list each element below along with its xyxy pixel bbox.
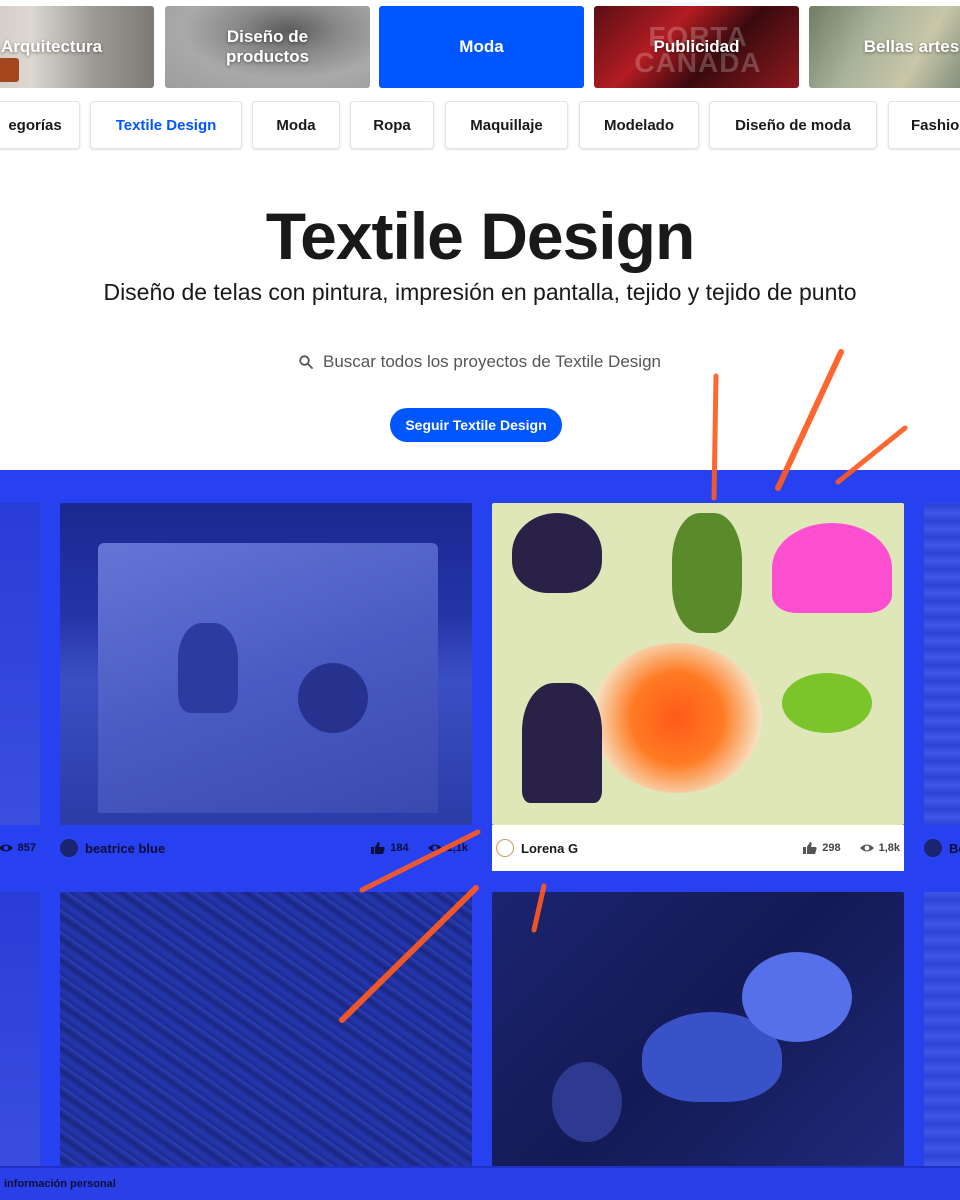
category-card-arquitectura[interactable]: Arquitectura <box>0 6 154 88</box>
likes-count: 298 <box>822 842 841 854</box>
project-owner[interactable]: Be <box>949 841 960 856</box>
project-thumbnail[interactable] <box>924 503 960 825</box>
tag-label: Moda <box>276 116 316 134</box>
project-stats: 298 1,8k <box>802 841 904 855</box>
project-thumbnail[interactable] <box>924 892 960 1172</box>
tag-label: Modelado <box>604 116 674 134</box>
search-field[interactable]: Buscar todos los proyectos de Textile De… <box>0 352 960 372</box>
views-count: 1,1k <box>446 842 468 854</box>
category-card-publicidad[interactable]: Publicidad <box>594 6 799 88</box>
category-label: Moda <box>459 37 504 56</box>
project-meta: Be <box>924 825 960 871</box>
project-card[interactable]: beatrice blue 184 1,1k <box>60 503 472 873</box>
project-thumbnail[interactable] <box>0 503 40 825</box>
project-thumbnail[interactable] <box>492 892 904 1172</box>
search-placeholder: Buscar todos los proyectos de Textile De… <box>323 352 661 371</box>
category-label: Bellas artes <box>863 37 960 56</box>
project-card-highlighted[interactable]: Lorena G 298 1,8k <box>492 503 904 871</box>
project-owner[interactable]: beatrice blue <box>85 841 370 856</box>
views-count: 1,8k <box>878 842 900 854</box>
project-card[interactable]: Be <box>924 503 960 873</box>
category-card-moda[interactable]: Moda <box>379 6 584 88</box>
project-owner[interactable]: Lorena G <box>521 841 802 856</box>
category-card-diseno-productos[interactable]: Diseño de productos <box>165 6 370 88</box>
tag-chip-textile-design[interactable]: Textile Design <box>90 101 242 149</box>
project-meta: 857 <box>0 825 40 871</box>
thumbs-up-icon <box>371 842 385 854</box>
project-card[interactable] <box>60 892 472 1172</box>
category-label: Diseño de productos <box>225 27 310 66</box>
project-thumbnail[interactable] <box>492 503 904 825</box>
eye-icon <box>427 844 442 852</box>
project-stats: 184 1,1k <box>370 841 472 855</box>
tag-chip-diseno-de-moda[interactable]: Diseño de moda <box>709 101 877 149</box>
tag-label: Textile Design <box>115 116 217 134</box>
eye-icon <box>0 844 13 852</box>
avatar[interactable] <box>924 839 942 857</box>
tag-label: Ropa <box>373 116 411 134</box>
follow-button[interactable]: Seguir Textile Design <box>390 408 562 442</box>
project-thumbnail[interactable] <box>60 503 472 825</box>
category-card-bellas-artes[interactable]: Bellas artes <box>809 6 960 88</box>
project-meta: beatrice blue 184 1,1k <box>60 825 472 871</box>
page-title: Textile Design <box>265 199 696 273</box>
project-card[interactable] <box>492 892 904 1172</box>
project-card[interactable]: 857 <box>0 503 40 873</box>
likes-count: 184 <box>390 842 409 854</box>
views-count: 857 <box>17 842 36 854</box>
project-grid: 857 beatrice blue 184 1,1k Lorena G 298 … <box>0 470 960 1200</box>
category-carousel: Arquitectura Diseño de productos Moda Pu… <box>0 6 960 90</box>
eye-icon <box>859 844 874 852</box>
footer-bar: información personal <box>0 1166 960 1200</box>
project-thumbnail[interactable] <box>0 892 40 1172</box>
tag-chip-bar: egorías Textile Design Moda Ropa Maquill… <box>0 101 960 151</box>
tag-label: Maquillaje <box>470 116 543 134</box>
project-card[interactable] <box>924 892 960 1172</box>
thumbs-up-icon <box>803 842 817 854</box>
tag-chip-categorias[interactable]: egorías <box>0 101 80 149</box>
category-label: Publicidad <box>653 37 740 56</box>
tag-chip-modelado[interactable]: Modelado <box>579 101 699 149</box>
tag-chip-ropa[interactable]: Ropa <box>350 101 434 149</box>
avatar[interactable] <box>496 839 514 857</box>
project-card[interactable] <box>0 892 40 1172</box>
page-description: Diseño de telas con pintura, impresión e… <box>103 279 857 305</box>
search-icon <box>299 355 313 369</box>
tag-label: Fashio <box>911 116 960 134</box>
tag-chip-maquillaje[interactable]: Maquillaje <box>445 101 568 149</box>
footer-link-personal-info[interactable]: información personal <box>4 1178 116 1190</box>
project-stats: 857 <box>0 841 40 855</box>
category-label: Arquitectura <box>0 37 103 56</box>
avatar[interactable] <box>60 839 78 857</box>
project-thumbnail[interactable] <box>60 892 472 1172</box>
tag-chip-fashion[interactable]: Fashio <box>888 101 960 149</box>
project-meta: Lorena G 298 1,8k <box>492 825 904 871</box>
tag-chip-moda[interactable]: Moda <box>252 101 340 149</box>
tag-label: egorías <box>8 116 62 134</box>
tag-label: Diseño de moda <box>735 116 851 134</box>
